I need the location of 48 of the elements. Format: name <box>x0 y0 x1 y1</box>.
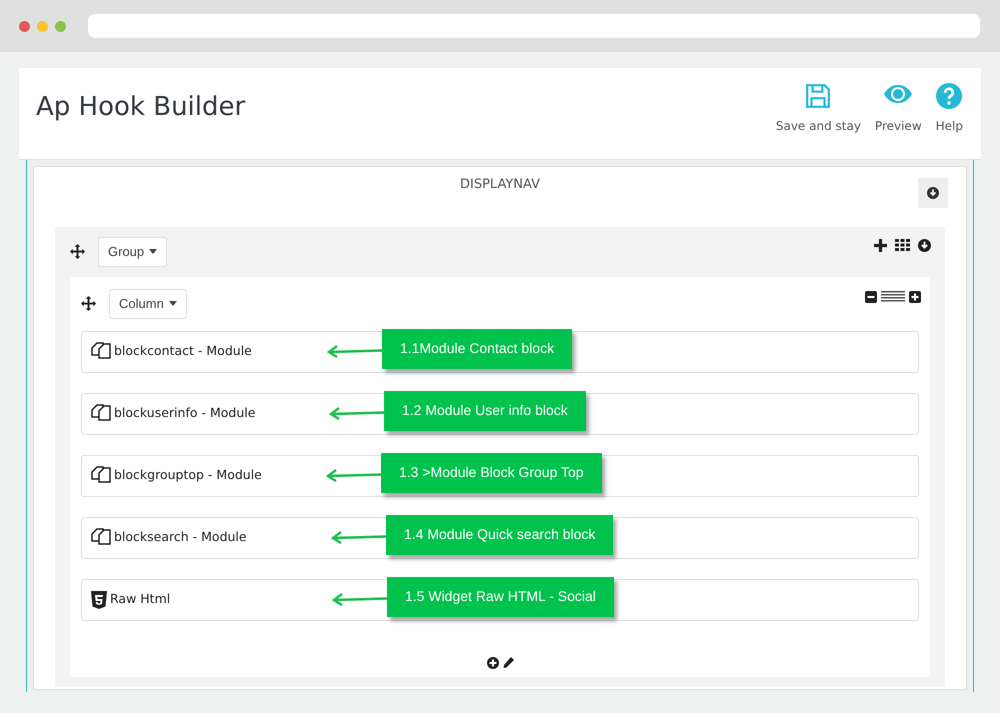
move-icon[interactable] <box>81 296 96 311</box>
save-button[interactable]: Save and stay <box>776 83 861 135</box>
arrow-down-button[interactable] <box>918 178 948 208</box>
column-dropdown[interactable]: Column <box>109 288 187 318</box>
copy-icon <box>91 528 111 548</box>
plus-square-icon[interactable] <box>909 290 921 302</box>
copy-icon <box>91 466 111 486</box>
lines-icon <box>881 291 905 302</box>
callout-label: 1.1Module Contact block <box>382 328 572 368</box>
module-label: blocksearch - Module <box>114 528 247 546</box>
preview-button[interactable]: Preview <box>874 83 922 135</box>
callout-label: 1.3 >Module Block Group Top <box>381 452 602 492</box>
group-dropdown[interactable]: Group <box>98 236 168 266</box>
copy-icon <box>91 342 111 362</box>
module-label: blockcontact - Module <box>114 342 252 360</box>
callout-label: 1.4 Module Quick search block <box>386 514 614 554</box>
callout-arrow <box>329 406 385 420</box>
page-title: Ap Hook Builder <box>36 91 246 124</box>
module-label: Raw Html <box>110 590 170 608</box>
help-icon <box>936 83 962 109</box>
plus-icon[interactable] <box>874 238 887 252</box>
help-button[interactable]: Help <box>936 83 963 135</box>
eye-icon <box>883 83 914 105</box>
move-icon[interactable] <box>70 244 85 259</box>
callout-arrow <box>332 592 388 606</box>
caret-icon <box>149 249 158 254</box>
module-row[interactable]: blockuserinfo - Module 1.2 Module User info block <box>81 392 919 434</box>
module-label: blockuserinfo - Module <box>114 404 256 422</box>
hook-title: DISPLAYNAV <box>460 176 540 194</box>
module-row[interactable]: blockcontact - Module 1.1Module Contact block <box>81 330 919 372</box>
arrow-down-circle-icon <box>927 187 939 199</box>
html5-icon <box>91 590 107 608</box>
minus-square-icon[interactable] <box>865 290 877 302</box>
pencil-icon[interactable] <box>502 656 514 668</box>
callout-label: 1.2 Module User info block <box>384 390 586 430</box>
copy-icon <box>91 404 111 424</box>
arrow-down-circle-icon[interactable] <box>918 238 931 252</box>
callout-arrow <box>326 468 382 482</box>
callout-label: 1.5 Widget Raw HTML - Social <box>387 576 614 616</box>
plus-circle-icon[interactable] <box>486 656 498 668</box>
callout-arrow <box>327 344 383 358</box>
callout-arrow <box>331 530 387 544</box>
module-row[interactable]: blocksearch - Module 1.4 Module Quick search block <box>81 516 919 558</box>
grid-icon[interactable] <box>895 239 910 251</box>
module-row[interactable]: Raw Html 1.5 Widget Raw HTML - Social <box>81 578 919 620</box>
module-label: blockgrouptop - Module <box>114 466 262 484</box>
module-row[interactable]: blockgrouptop - Module 1.3 >Module Block Group Top <box>81 454 919 496</box>
caret-icon <box>168 301 177 306</box>
